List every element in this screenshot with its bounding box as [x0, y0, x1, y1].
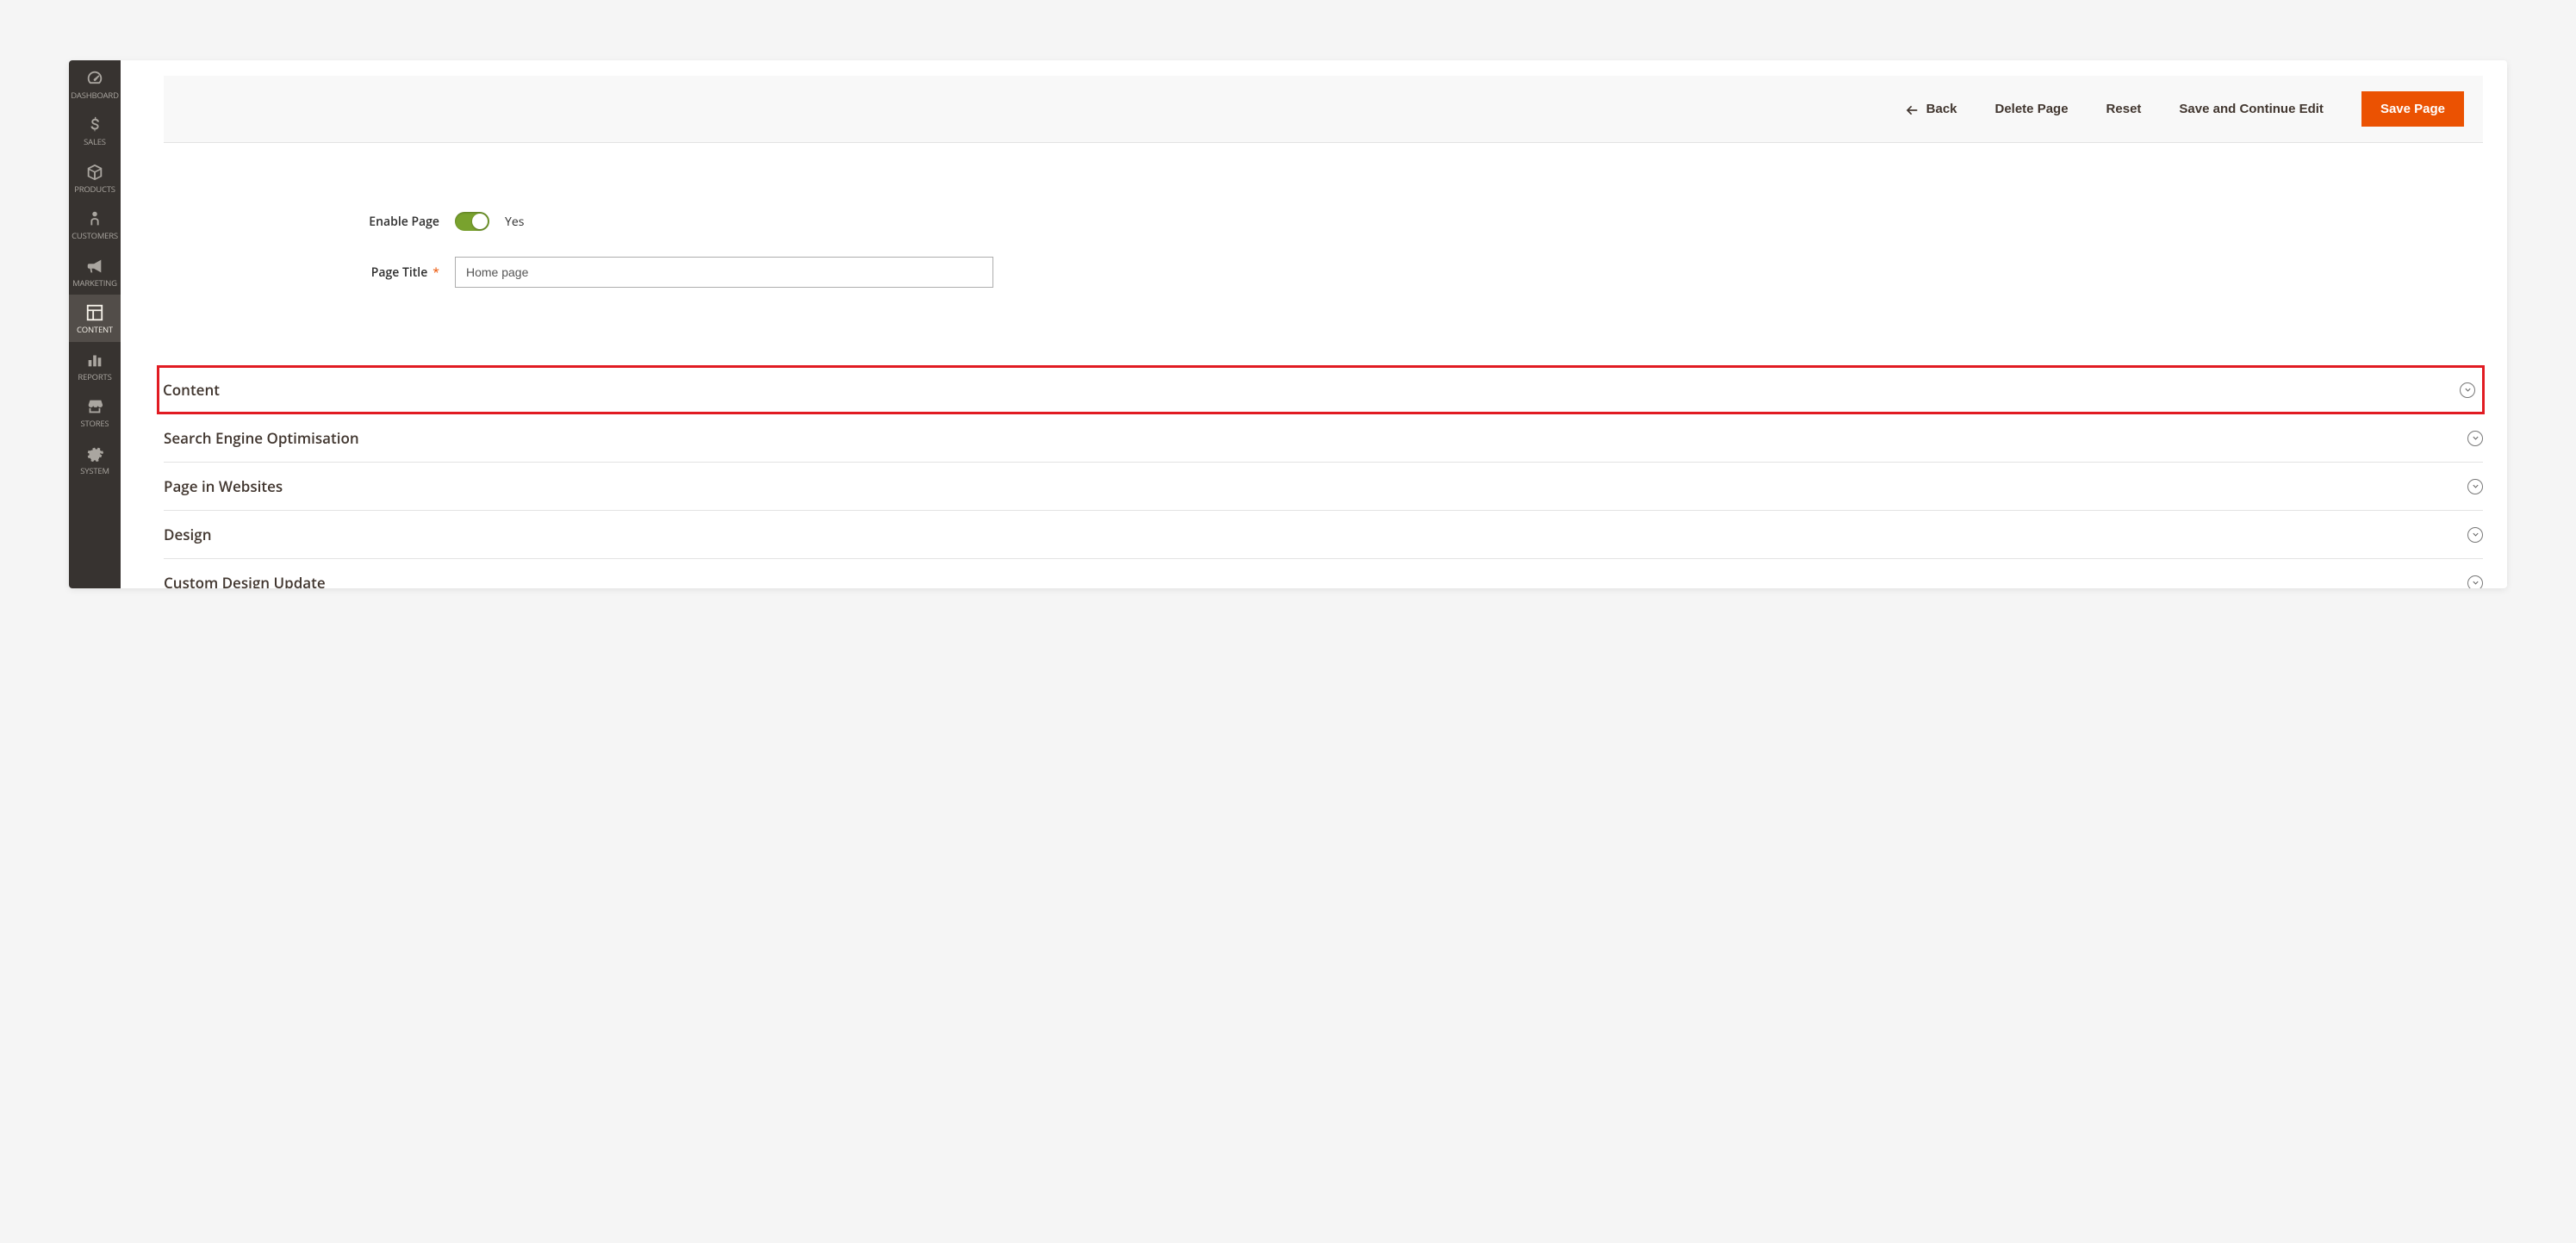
- enable-page-row: Enable Page Yes: [164, 212, 2483, 231]
- form-body: Enable Page Yes Page Title*: [164, 143, 2483, 348]
- sidebar-item-system[interactable]: SYSTEM: [69, 436, 121, 482]
- gear-icon: [85, 444, 104, 463]
- sidebar-item-dashboard[interactable]: DASHBOARD: [69, 60, 121, 107]
- enable-page-toggle[interactable]: [455, 212, 489, 231]
- megaphone-icon: [85, 257, 104, 276]
- sidebar-item-sales[interactable]: SALES: [69, 107, 121, 153]
- layout-icon: [85, 303, 104, 322]
- admin-sidebar: DASHBOARD SALES PRODUCTS CUSTOMERS: [69, 60, 121, 588]
- storefront-icon: [85, 397, 104, 416]
- back-button-label: Back: [1926, 102, 1957, 116]
- admin-frame: DASHBOARD SALES PRODUCTS CUSTOMERS: [69, 60, 2507, 588]
- sidebar-item-label: SYSTEM: [80, 467, 109, 475]
- page-title-label: Page Title*: [164, 264, 439, 281]
- sidebar-item-label: REPORTS: [78, 373, 111, 382]
- section-title: Custom Design Update: [164, 573, 326, 588]
- back-button[interactable]: Back: [1906, 102, 1957, 116]
- sidebar-item-label: SALES: [84, 138, 106, 146]
- sidebar-item-customers[interactable]: CUSTOMERS: [69, 201, 121, 247]
- sidebar-item-products[interactable]: PRODUCTS: [69, 154, 121, 201]
- toggle-knob: [472, 214, 488, 229]
- chevron-down-icon: [2467, 575, 2483, 589]
- person-icon: [85, 209, 104, 228]
- sidebar-item-label: MARKETING: [72, 279, 117, 288]
- sidebar-item-label: CONTENT: [77, 326, 113, 334]
- sidebar-item-content[interactable]: CONTENT: [69, 295, 121, 341]
- save-page-button[interactable]: Save Page: [2361, 91, 2464, 127]
- arrow-left-icon: [1906, 103, 1920, 115]
- main-content: Back Delete Page Reset Save and Continue…: [121, 60, 2507, 588]
- chevron-down-icon: [2467, 479, 2483, 494]
- section-title: Content: [163, 380, 220, 400]
- sidebar-item-label: DASHBOARD: [71, 91, 119, 100]
- section-content[interactable]: Content: [157, 365, 2485, 414]
- section-page-in-websites[interactable]: Page in Websites: [164, 463, 2483, 511]
- chevron-down-icon: [2460, 382, 2475, 398]
- enable-page-value: Yes: [505, 214, 524, 230]
- save-continue-button[interactable]: Save and Continue Edit: [2179, 102, 2324, 116]
- dollar-icon: [85, 115, 104, 134]
- fieldset-sections: Content Search Engine Optimisation Page …: [164, 365, 2483, 588]
- sidebar-item-marketing[interactable]: MARKETING: [69, 248, 121, 295]
- required-mark: *: [432, 264, 439, 281]
- section-design[interactable]: Design: [164, 511, 2483, 559]
- page-actions-toolbar: Back Delete Page Reset Save and Continue…: [164, 76, 2483, 143]
- chevron-down-icon: [2467, 431, 2483, 446]
- reset-button[interactable]: Reset: [2106, 102, 2142, 116]
- page-title-row: Page Title*: [164, 257, 2483, 288]
- gauge-icon: [85, 69, 104, 88]
- sidebar-item-label: PRODUCTS: [74, 185, 115, 194]
- chevron-down-icon: [2467, 527, 2483, 543]
- section-title: Page in Websites: [164, 476, 283, 496]
- section-seo[interactable]: Search Engine Optimisation: [164, 414, 2483, 463]
- sidebar-item-stores[interactable]: STORES: [69, 388, 121, 435]
- section-custom-design-update[interactable]: Custom Design Update: [164, 559, 2483, 588]
- sidebar-item-reports[interactable]: REPORTS: [69, 342, 121, 388]
- enable-page-label: Enable Page: [164, 214, 439, 230]
- section-title: Search Engine Optimisation: [164, 428, 359, 448]
- section-title: Design: [164, 525, 212, 544]
- sidebar-item-label: CUSTOMERS: [72, 232, 118, 240]
- box-icon: [85, 163, 104, 182]
- sidebar-item-label: STORES: [81, 420, 109, 428]
- page-title-input[interactable]: [455, 257, 993, 288]
- delete-page-button[interactable]: Delete Page: [1995, 102, 2069, 116]
- chart-icon: [85, 351, 104, 370]
